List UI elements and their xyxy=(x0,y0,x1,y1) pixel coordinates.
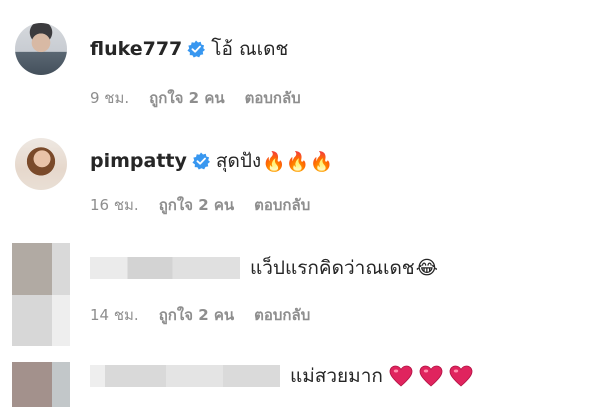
heart-icon xyxy=(449,365,473,387)
verified-badge-icon xyxy=(192,152,210,170)
avatar[interactable] xyxy=(15,23,67,75)
comment-text: แม่สวยมาก xyxy=(290,365,383,387)
comment-username[interactable]: pimpatty xyxy=(90,150,187,172)
comment-item: fluke777 โอ้ ณเดช 9 ชม. ถูกใจ 2 คน ตอบกล… xyxy=(0,0,600,110)
fire-emoji-icon: 🔥🔥🔥 xyxy=(262,150,334,173)
heart-icon xyxy=(419,365,443,387)
comment-item: แม่สวยมาก xyxy=(0,335,600,407)
avatar[interactable] xyxy=(15,138,67,190)
comment-text: โอ้ ณเดช xyxy=(211,38,289,60)
reply-button[interactable]: ตอบกลับ xyxy=(254,193,310,217)
blurred-username xyxy=(90,365,280,387)
reply-button[interactable]: ตอบกลับ xyxy=(245,86,301,110)
blurred-username xyxy=(90,257,240,279)
comment-likes[interactable]: ถูกใจ 2 คน xyxy=(149,86,224,110)
comment-text: แว็ปแรกคิดว่าณเดช xyxy=(250,257,415,279)
comment-item: แว็ปแรกคิดว่าณเดช 😂 14 ชม. ถูกใจ 2 คน ตอ… xyxy=(0,220,600,346)
comment-item: pimpatty สุดปัง 🔥🔥🔥 16 ชม. ถูกใจ 2 คน ตอ… xyxy=(0,110,600,220)
verified-badge-icon xyxy=(187,40,206,58)
comment-likes[interactable]: ถูกใจ 2 คน xyxy=(159,193,234,217)
avatar[interactable] xyxy=(12,362,70,407)
comment-time: 14 ชม. xyxy=(90,306,139,324)
reply-button[interactable]: ตอบกลับ xyxy=(254,303,310,327)
comment-time: 9 ชม. xyxy=(90,89,130,107)
comment-username[interactable]: fluke777 xyxy=(90,38,182,60)
laughing-emoji-icon: 😂 xyxy=(415,257,438,279)
comment-likes[interactable]: ถูกใจ 2 คน xyxy=(159,303,234,327)
comment-time: 16 ชม. xyxy=(90,196,139,214)
comment-text: สุดปัง xyxy=(215,150,262,172)
heart-icon xyxy=(389,365,413,387)
avatar[interactable] xyxy=(12,243,70,346)
